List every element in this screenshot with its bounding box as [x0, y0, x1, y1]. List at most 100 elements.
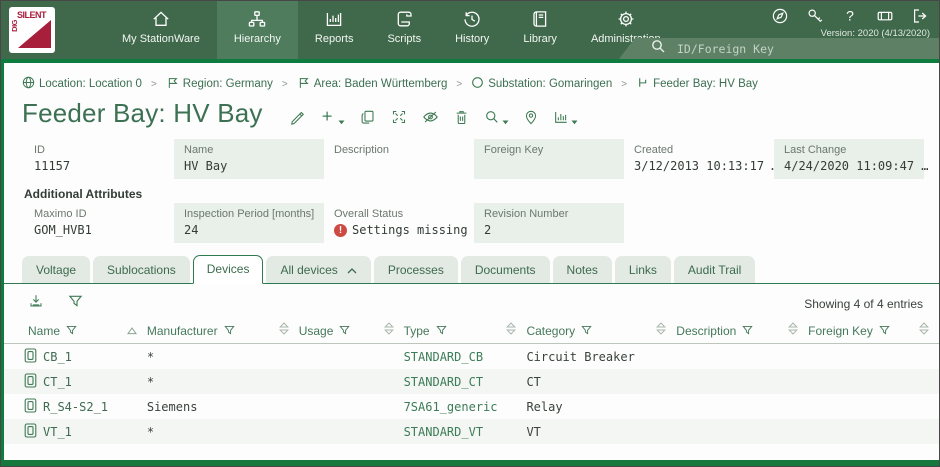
- column-header-category[interactable]: Category: [526, 318, 676, 343]
- sort-icon[interactable]: [656, 322, 666, 340]
- sort-icon[interactable]: [788, 322, 798, 340]
- reports-icon: [324, 9, 344, 29]
- app-window: SILENT DIG My StationWare Hierarchy Repo…: [0, 0, 940, 467]
- logout-icon[interactable]: [911, 7, 929, 30]
- search-icon: [651, 39, 665, 58]
- copy-icon[interactable]: [360, 109, 376, 125]
- device-icon: [24, 423, 37, 441]
- status-text: Settings missing: [352, 223, 468, 237]
- field-value: 4/24/2020 11:09:47 …: [784, 159, 914, 173]
- breadcrumb-separator: >: [619, 79, 629, 90]
- cell-type: STANDARD_CB: [404, 350, 527, 364]
- digsilent-logo[interactable]: SILENT DIG: [9, 7, 55, 53]
- field-value: GOM_HVB1: [34, 223, 164, 237]
- field-overall-status: Overall Status ! Settings missing: [324, 203, 474, 243]
- cell-type: 7SA61_generic: [404, 400, 527, 414]
- breadcrumb-item-area[interactable]: Area: Baden Württemberg: [297, 76, 448, 92]
- add-icon[interactable]: [320, 109, 345, 125]
- field-label: Inspection Period [months]: [184, 208, 314, 220]
- tab-documents[interactable]: Documents: [461, 256, 550, 283]
- showing-entries-label: Showing 4 of 4 entries: [804, 297, 923, 311]
- download-icon[interactable]: [28, 293, 44, 314]
- sort-icon[interactable]: [919, 322, 929, 340]
- column-header-manufacturer[interactable]: Manufacturer: [147, 318, 299, 343]
- breadcrumb-item-region[interactable]: Region: Germany: [166, 76, 273, 92]
- move-icon[interactable]: [391, 109, 407, 125]
- column-header-usage[interactable]: Usage: [299, 318, 404, 343]
- compass-icon[interactable]: [771, 7, 789, 30]
- column-header-type[interactable]: Type: [404, 318, 527, 343]
- field-value: 24: [184, 223, 314, 237]
- field-id: ID 11157: [24, 139, 174, 179]
- tab-label: Notes: [567, 263, 598, 277]
- nav-label: Hierarchy: [234, 33, 281, 45]
- tab-voltage[interactable]: Voltage: [22, 256, 90, 283]
- device-icon: [24, 373, 37, 391]
- tab-sublocations[interactable]: Sublocations: [93, 256, 190, 283]
- breadcrumb-item-feeder-bay[interactable]: Feeder Bay: HV Bay: [636, 76, 758, 92]
- home-icon: [151, 9, 171, 29]
- tab-devices[interactable]: Devices: [193, 255, 264, 284]
- support-icon[interactable]: [876, 7, 894, 30]
- tab-notes[interactable]: Notes: [553, 256, 612, 283]
- breadcrumb-item-location[interactable]: Location: Location 0: [22, 76, 142, 92]
- logo-text-top: SILENT: [17, 10, 46, 20]
- nav-item-history[interactable]: History: [438, 1, 506, 59]
- hide-icon[interactable]: [422, 109, 439, 125]
- history-icon: [462, 9, 482, 29]
- main-content: Location: Location 0 > Region: Germany >…: [1, 63, 939, 460]
- field-value: 11157: [34, 159, 164, 173]
- cell-name: CT_1: [43, 375, 72, 389]
- nav-item-scripts[interactable]: Scripts: [370, 1, 438, 59]
- tab-all-devices[interactable]: All devices: [266, 256, 370, 283]
- table-row[interactable]: VT_1 * STANDARD_VT VT: [4, 419, 939, 444]
- table-row[interactable]: R_S4-S2_1 Siemens 7SA61_generic Relay: [4, 394, 939, 419]
- table-row[interactable]: CT_1 * STANDARD_CT CT: [4, 369, 939, 394]
- sort-icon[interactable]: [506, 322, 516, 340]
- column-header-foreign-key[interactable]: Foreign Key: [808, 318, 939, 343]
- delete-icon[interactable]: [454, 109, 469, 125]
- field-foreign-key[interactable]: Foreign Key: [474, 139, 624, 179]
- column-filter-icon[interactable]: [879, 325, 890, 336]
- field-label: Description: [334, 144, 464, 156]
- column-filter-icon[interactable]: [339, 325, 350, 336]
- breadcrumb-item-substation[interactable]: Substation: Gomaringen: [471, 76, 612, 92]
- main-nav: My StationWare Hierarchy Reports Scripts…: [105, 1, 678, 59]
- tab-audit-trail[interactable]: Audit Trail: [674, 256, 755, 283]
- tab-label: Processes: [388, 263, 444, 277]
- location-pin-icon[interactable]: [524, 109, 538, 125]
- search-icon[interactable]: [484, 109, 509, 125]
- column-filter-icon[interactable]: [581, 325, 592, 336]
- help-icon[interactable]: ?: [841, 7, 859, 30]
- column-header-name[interactable]: Name: [28, 318, 147, 343]
- column-filter-icon[interactable]: [224, 325, 235, 336]
- search-input[interactable]: [677, 42, 917, 56]
- nav-item-reports[interactable]: Reports: [298, 1, 371, 59]
- cell-category: CT: [526, 375, 676, 389]
- edit-icon[interactable]: [289, 109, 305, 125]
- sort-icon[interactable]: [279, 322, 289, 340]
- sort-asc-icon[interactable]: [127, 322, 137, 340]
- nav-item-hierarchy[interactable]: Hierarchy: [217, 1, 298, 59]
- tab-links[interactable]: Links: [615, 256, 671, 283]
- field-inspection-period[interactable]: Inspection Period [months] 24: [174, 203, 324, 243]
- column-filter-icon[interactable]: [436, 325, 447, 336]
- field-name[interactable]: Name HV Bay: [174, 139, 324, 179]
- nav-item-library[interactable]: Library: [506, 1, 574, 59]
- key-icon[interactable]: [806, 7, 824, 30]
- tab-processes[interactable]: Processes: [374, 256, 458, 283]
- sort-icon[interactable]: [384, 322, 394, 340]
- breadcrumb-separator: >: [454, 79, 464, 90]
- tab-label: Devices: [207, 262, 250, 276]
- table-row[interactable]: CB_1 * STANDARD_CB Circuit Breaker: [4, 344, 939, 369]
- diagram-icon[interactable]: [553, 109, 578, 125]
- column-label: Description: [676, 324, 736, 338]
- tab-label: Audit Trail: [688, 263, 741, 277]
- nav-label: Reports: [315, 33, 354, 45]
- column-header-description[interactable]: Description: [676, 318, 808, 343]
- nav-item-my-stationware[interactable]: My StationWare: [105, 1, 217, 59]
- column-filter-icon[interactable]: [66, 325, 77, 336]
- table-header: Name Manufacturer Usage Type Category: [4, 318, 939, 344]
- column-filter-icon[interactable]: [742, 325, 753, 336]
- filter-icon[interactable]: [68, 294, 83, 314]
